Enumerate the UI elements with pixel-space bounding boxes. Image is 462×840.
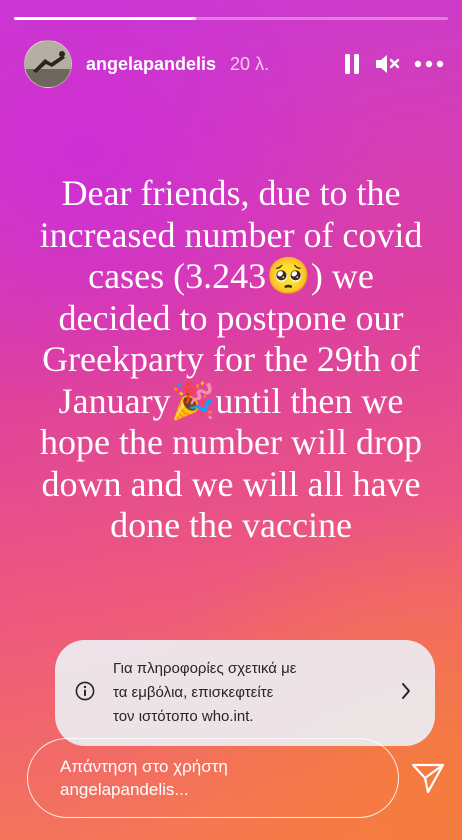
vaccine-info-banner[interactable]: Για πληροφορίες σχετικά με τα εμβόλια, ε… [55, 640, 435, 746]
pause-icon [345, 54, 359, 74]
vaccine-info-text: Για πληροφορίες σχετικά με τα εμβόλια, ε… [113, 657, 353, 729]
more-options-button[interactable] [414, 60, 444, 68]
vaccine-info-line: τον ιστότοπο who.int. [113, 708, 254, 725]
story-header: angelapandelis 20 λ. [24, 38, 448, 90]
story-text: Dear friends, due to the increased numbe… [39, 173, 423, 545]
story-controls [344, 53, 444, 75]
story-username[interactable]: angelapandelis [86, 54, 216, 75]
mute-icon [376, 55, 400, 73]
chevron-right-icon [401, 682, 411, 705]
story-progress-bar [14, 17, 448, 20]
info-icon [75, 681, 95, 706]
more-options-icon [414, 60, 444, 68]
story-viewer[interactable]: angelapandelis 20 λ. Dear friends, due t… [0, 0, 462, 840]
story-timestamp: 20 λ. [230, 53, 270, 74]
vaccine-info-line: Για πληροφορίες σχετικά με [113, 660, 297, 677]
mute-button[interactable] [374, 53, 400, 75]
vaccine-info-line: τα εμβόλια, επισκεφτείτε [113, 684, 274, 701]
reply-placeholder-line: Απάντηση στο χρήστη [60, 757, 228, 776]
send-icon [411, 763, 445, 794]
avatar[interactable] [24, 40, 72, 88]
reply-input[interactable]: Απάντηση στο χρήστη angelapandelis... [27, 738, 399, 818]
pause-button[interactable] [344, 53, 360, 75]
send-button[interactable] [410, 760, 446, 796]
reply-placeholder-line: angelapandelis... [60, 780, 189, 799]
story-progress-fill [14, 17, 197, 20]
avatar-photo-icon [25, 41, 71, 87]
